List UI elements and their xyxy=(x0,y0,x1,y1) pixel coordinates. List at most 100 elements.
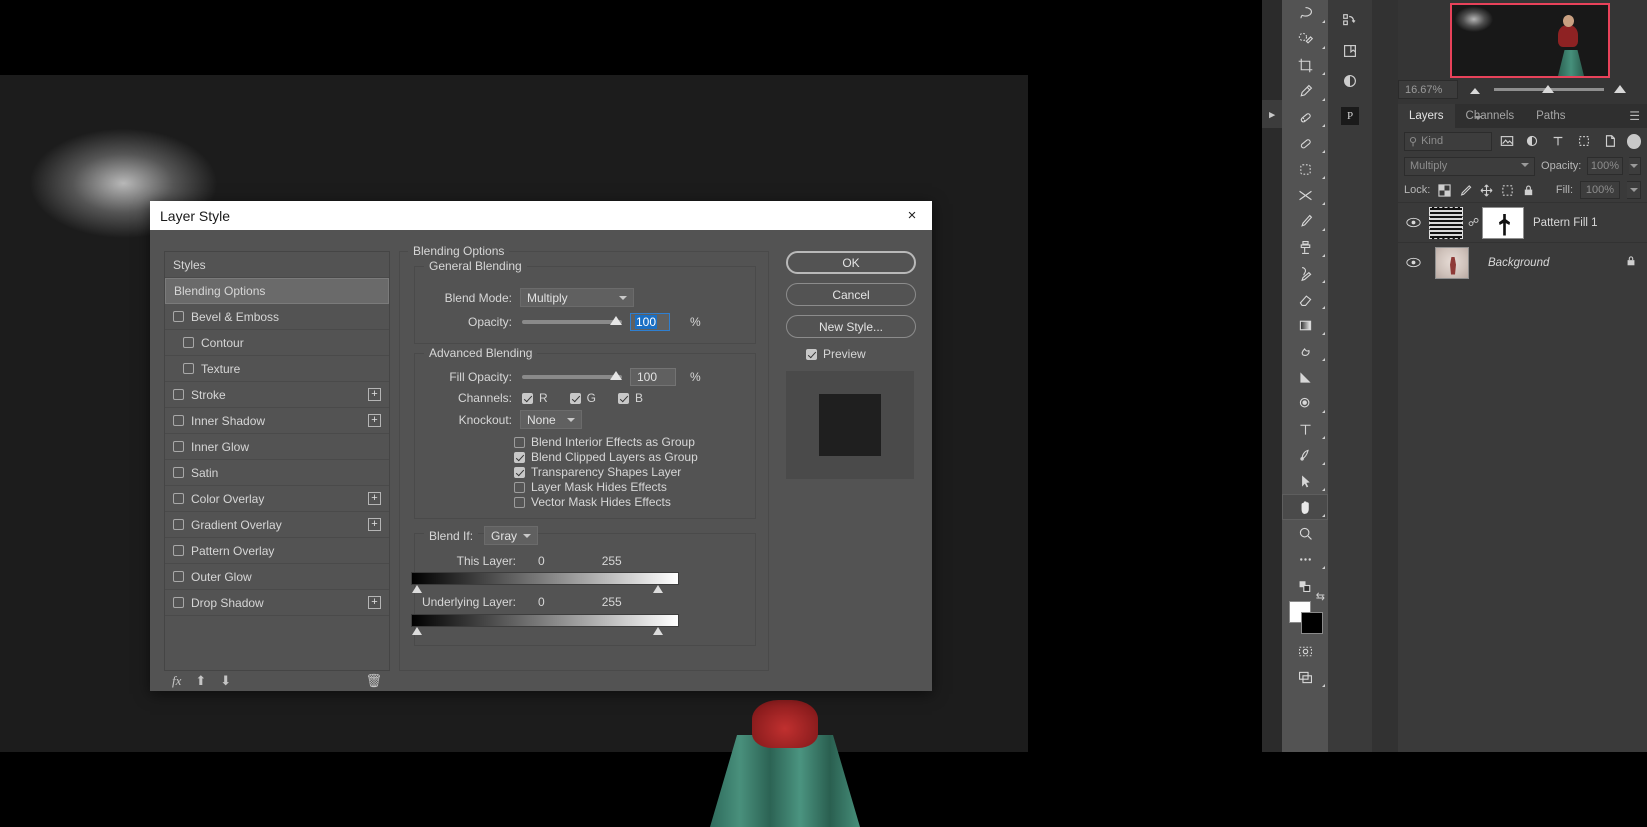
preview-checkbox[interactable] xyxy=(806,348,817,360)
layer-fill-value[interactable]: 100% xyxy=(1580,181,1620,199)
sidebar-item-gradient-overlay[interactable]: Gradient Overlay + xyxy=(165,512,389,538)
zoom-slider-thumb[interactable] xyxy=(1542,85,1554,93)
layer-mask-hides-effects-row[interactable]: Layer Mask Hides Effects xyxy=(514,480,667,494)
hand-tool[interactable] xyxy=(1282,494,1328,520)
styles-footer-toolbar[interactable]: fx ⬆ ⬇ 🗑 xyxy=(164,671,390,691)
layers-panel[interactable]: Layers Channels Paths ☰ ⚲ Kind Multiply xyxy=(1398,104,1647,752)
opacity-slider-thumb[interactable] xyxy=(610,316,622,325)
cancel-button[interactable]: Cancel xyxy=(786,283,916,306)
clone-stamp-tool[interactable] xyxy=(1282,234,1328,260)
panel-collapse-icon[interactable]: ▸ xyxy=(1262,100,1282,128)
type-tool[interactable] xyxy=(1282,416,1328,442)
checkbox[interactable] xyxy=(173,519,184,530)
layer-filter-row[interactable]: ⚲ Kind xyxy=(1398,116,1647,154)
checkbox[interactable] xyxy=(173,415,184,426)
new-style-button[interactable]: New Style... xyxy=(786,315,916,338)
lock-image-pixels-icon[interactable] xyxy=(1458,183,1472,197)
layer-visibility-icon[interactable] xyxy=(1402,217,1424,228)
vector-mask-hides-effects-checkbox[interactable] xyxy=(514,496,525,508)
lock-all-icon[interactable] xyxy=(1521,183,1535,197)
adjustments-panel-icon[interactable] xyxy=(1328,66,1372,96)
layer-blend-mode-select[interactable]: Multiply xyxy=(1404,156,1536,176)
vector-mask-hides-effects-row[interactable]: Vector Mask Hides Effects xyxy=(514,495,671,509)
add-effect-icon[interactable]: + xyxy=(368,492,381,505)
layer-fill-stepper[interactable] xyxy=(1627,181,1641,199)
layer-mask-link-icon[interactable]: ☍ xyxy=(1468,216,1479,229)
checkbox[interactable] xyxy=(173,441,184,452)
tools-toolbar[interactable]: ⇆ xyxy=(1282,0,1328,752)
layer-filter-toggle[interactable] xyxy=(1626,133,1642,149)
fill-opacity-input[interactable]: 100 xyxy=(630,368,676,386)
sidebar-item-drop-shadow[interactable]: Drop Shadow + xyxy=(165,590,389,616)
layer-thumbnail[interactable] xyxy=(1429,206,1463,239)
quick-selection-tool[interactable] xyxy=(1282,26,1328,52)
table-row[interactable]: Background xyxy=(1398,242,1647,282)
spot-healing-brush-tool[interactable] xyxy=(1282,104,1328,130)
this-layer-slider-black[interactable] xyxy=(412,585,422,593)
navigator-panel[interactable]: 16.67% xyxy=(1398,0,1647,104)
tab-paths[interactable]: Paths xyxy=(1525,104,1576,128)
blend-interior-effects-row[interactable]: Blend Interior Effects as Group xyxy=(514,435,695,449)
fx-icon[interactable]: fx xyxy=(172,673,181,689)
blur-tool[interactable] xyxy=(1282,338,1328,364)
screen-mode-icon[interactable] xyxy=(1282,664,1328,690)
sidebar-item-inner-glow[interactable]: Inner Glow xyxy=(165,434,389,460)
underlying-layer-slider-white[interactable] xyxy=(653,627,663,635)
sidebar-item-color-overlay[interactable]: Color Overlay + xyxy=(165,486,389,512)
move-down-icon[interactable]: ⬇ xyxy=(220,673,231,689)
foreground-background-colors[interactable]: ⇆ xyxy=(1282,591,1328,638)
brush-tool[interactable] xyxy=(1282,208,1328,234)
checkbox[interactable] xyxy=(173,571,184,582)
opacity-slider[interactable] xyxy=(522,316,622,325)
filter-pixel-layers-icon[interactable] xyxy=(1496,132,1518,151)
layer-comps-panel-icon[interactable] xyxy=(1328,36,1372,66)
fill-opacity-slider-thumb[interactable] xyxy=(610,371,622,380)
layer-lock-row[interactable]: Lock: Fill: 100% xyxy=(1398,178,1647,202)
layer-blend-row[interactable]: Multiply Opacity: 100% xyxy=(1398,154,1647,178)
add-effect-icon[interactable]: + xyxy=(368,596,381,609)
tab-channels[interactable]: Channels xyxy=(1455,104,1526,128)
shuffle-tool[interactable] xyxy=(1282,182,1328,208)
sidebar-item-stroke[interactable]: Stroke + xyxy=(165,382,389,408)
pen-tool[interactable] xyxy=(1282,442,1328,468)
checkbox[interactable] xyxy=(173,389,184,400)
sidebar-item-styles[interactable]: Styles xyxy=(165,252,389,278)
blend-if-channel-select[interactable]: Gray xyxy=(484,526,539,545)
dialog-titlebar[interactable]: Layer Style × xyxy=(150,201,932,230)
swap-colors-icon[interactable]: ⇆ xyxy=(1316,590,1325,603)
checkbox[interactable] xyxy=(173,467,184,478)
zoom-in-icon[interactable] xyxy=(1614,85,1626,93)
this-layer-slider-white[interactable] xyxy=(653,585,663,593)
trash-icon[interactable]: 🗑 xyxy=(365,673,382,689)
blend-clipped-layers-row[interactable]: Blend Clipped Layers as Group xyxy=(514,450,698,464)
layer-locked-icon[interactable] xyxy=(1625,255,1643,270)
navigator-zoom-value[interactable]: 16.67% xyxy=(1398,80,1458,99)
transparency-shapes-layer-checkbox[interactable] xyxy=(514,466,525,478)
sidebar-item-blending-options[interactable]: Blending Options xyxy=(165,278,389,304)
transparency-shapes-layer-row[interactable]: Transparency Shapes Layer xyxy=(514,465,681,479)
lasso-tool[interactable] xyxy=(1282,0,1328,26)
add-effect-icon[interactable]: + xyxy=(368,518,381,531)
sidebar-item-contour[interactable]: Contour xyxy=(165,330,389,356)
quick-mask-icon[interactable] xyxy=(1282,638,1328,664)
layer-filter-kind-select[interactable]: ⚲ Kind xyxy=(1404,116,1492,151)
checkbox[interactable] xyxy=(173,311,184,322)
sidebar-item-satin[interactable]: Satin xyxy=(165,460,389,486)
layer-style-dialog[interactable]: Layer Style × Styles Blending Options Be… xyxy=(150,201,932,691)
layer-mask-thumbnail[interactable] xyxy=(1482,206,1524,239)
layers-panel-tabs[interactable]: Layers Channels Paths ☰ xyxy=(1398,104,1647,128)
channel-r-checkbox[interactable] xyxy=(522,392,533,404)
more-tools-icon[interactable] xyxy=(1282,546,1328,572)
add-effect-icon[interactable]: + xyxy=(368,388,381,401)
checkbox[interactable] xyxy=(173,493,184,504)
path-selection-tool[interactable] xyxy=(1282,468,1328,494)
crop-tool[interactable] xyxy=(1282,52,1328,78)
layer-visibility-icon[interactable] xyxy=(1402,257,1424,268)
ok-button[interactable]: OK xyxy=(786,251,916,274)
this-layer-gradient-bar[interactable] xyxy=(411,572,679,585)
add-effect-icon[interactable]: + xyxy=(368,414,381,427)
underlying-layer-gradient-bar[interactable] xyxy=(411,614,679,627)
burn-tool[interactable] xyxy=(1282,390,1328,416)
lock-position-icon[interactable] xyxy=(1479,183,1493,197)
dodge-tool[interactable] xyxy=(1282,364,1328,390)
